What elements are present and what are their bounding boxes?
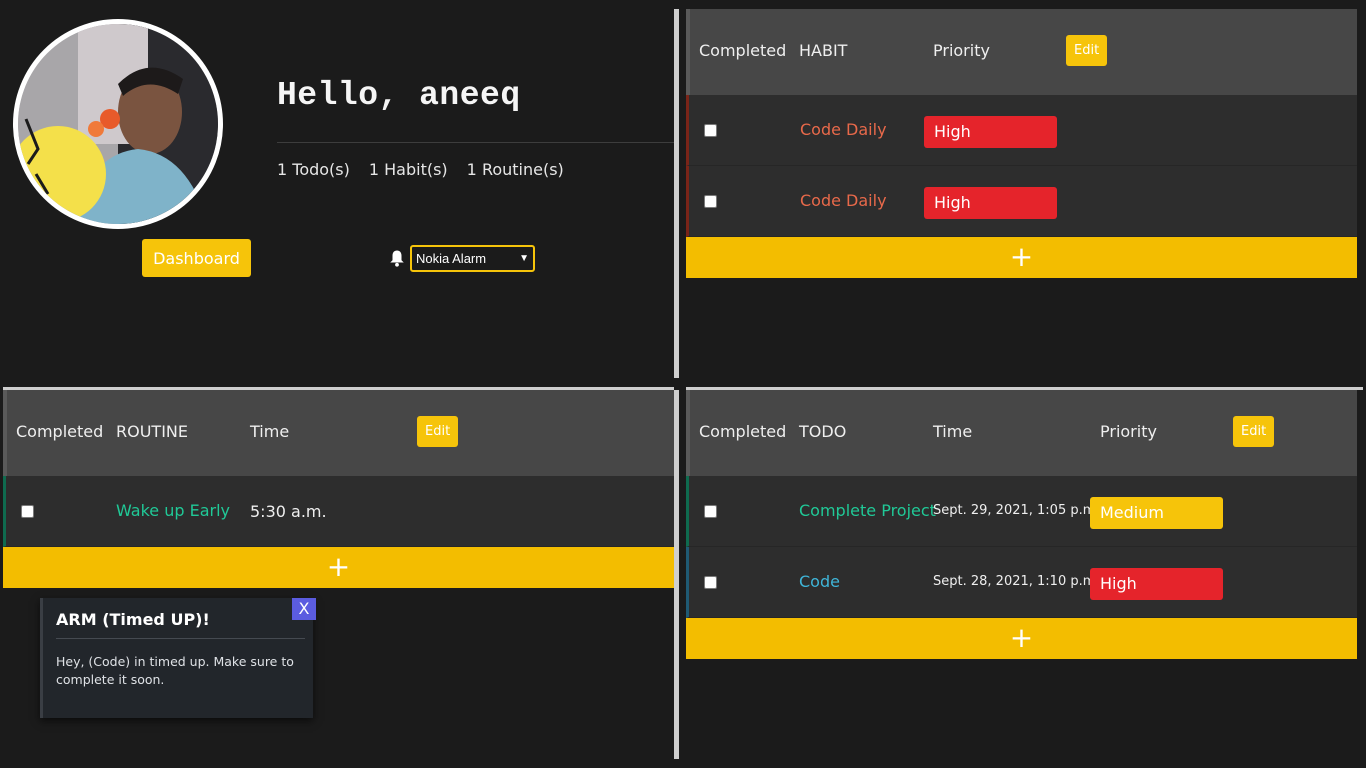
header-completed: Completed xyxy=(699,41,787,60)
completed-checkbox[interactable] xyxy=(704,505,717,518)
todo-name: Code xyxy=(799,572,840,591)
habit-count: 1 Habit(s) xyxy=(368,160,448,179)
completed-checkbox[interactable] xyxy=(704,195,717,208)
priority-badge: High xyxy=(1090,568,1223,600)
header-routine: ROUTINE xyxy=(116,422,188,441)
todo-name: Complete Project xyxy=(799,501,936,520)
add-habit-button[interactable]: + xyxy=(686,237,1357,278)
notification-title: ARM (Timed UP)! xyxy=(56,610,210,629)
table-row: Code Daily High xyxy=(686,95,1357,166)
vertical-divider-top xyxy=(674,9,679,378)
add-routine-button[interactable]: + xyxy=(3,547,674,588)
notification-message: Hey, (Code) in timed up. Make sure to co… xyxy=(56,654,294,687)
dashboard-button[interactable]: Dashboard xyxy=(142,239,251,277)
bell-icon xyxy=(390,250,404,267)
greeting-divider xyxy=(277,142,674,143)
todo-time: Sept. 29, 2021, 1:05 p.m. xyxy=(933,503,1100,518)
header-time: Time xyxy=(933,422,973,441)
header-priority: Priority xyxy=(1100,422,1157,441)
avatar xyxy=(13,19,223,229)
header-completed: Completed xyxy=(16,422,104,441)
greeting-heading: Hello, aneeq xyxy=(277,77,521,114)
add-todo-button[interactable]: + xyxy=(686,618,1357,659)
table-row: Wake up Early 5:30 a.m. xyxy=(3,476,674,547)
table-row: Complete Project Sept. 29, 2021, 1:05 p.… xyxy=(686,476,1357,547)
routine-edit-button[interactable]: Edit xyxy=(417,416,459,447)
routine-count: 1 Routine(s) xyxy=(466,160,564,179)
header-time: Time xyxy=(250,422,290,441)
header-habit: HABIT xyxy=(799,41,848,60)
routine-name: Wake up Early xyxy=(116,501,231,520)
routine-panel: Completed ROUTINE Time Edit Wake up Earl… xyxy=(3,390,674,588)
habit-table-header: Completed HABIT Priority Edit xyxy=(686,9,1357,95)
todo-count: 1 Todo(s) xyxy=(277,160,350,179)
todo-edit-button[interactable]: Edit xyxy=(1233,416,1275,447)
priority-badge: Medium xyxy=(1090,497,1223,529)
habit-panel: Completed HABIT Priority Edit Code Daily… xyxy=(686,9,1357,278)
routine-table-header: Completed ROUTINE Time Edit xyxy=(3,390,674,476)
alarm-notification: ARM (Timed UP)! Hey, (Code) in timed up.… xyxy=(40,598,316,718)
header-priority: Priority xyxy=(933,41,990,60)
stats-counts: 1 Todo(s) 1 Habit(s) 1 Routine(s) xyxy=(277,160,564,179)
vertical-divider-bottom xyxy=(674,390,679,759)
routine-time: 5:30 a.m. xyxy=(250,502,327,521)
header-completed: Completed xyxy=(699,422,787,441)
habit-name: Code Daily xyxy=(800,120,887,139)
completed-checkbox[interactable] xyxy=(21,505,34,518)
completed-checkbox[interactable] xyxy=(704,576,717,589)
todo-panel: Completed TODO Time Priority Edit Comple… xyxy=(686,390,1357,659)
todo-table-header: Completed TODO Time Priority Edit xyxy=(686,390,1357,476)
notification-divider xyxy=(56,638,305,639)
chevron-down-icon: ▼ xyxy=(519,253,529,264)
habit-name: Code Daily xyxy=(800,191,887,210)
alarm-selected-value: Nokia Alarm xyxy=(416,251,487,266)
close-notification-button[interactable]: X xyxy=(292,598,316,620)
priority-badge: High xyxy=(924,187,1057,219)
habit-edit-button[interactable]: Edit xyxy=(1066,35,1108,66)
todo-time: Sept. 28, 2021, 1:10 p.m. xyxy=(933,574,1100,589)
header-todo: TODO xyxy=(799,422,847,441)
table-row: Code Sept. 28, 2021, 1:10 p.m. High xyxy=(686,547,1357,618)
priority-badge: High xyxy=(924,116,1057,148)
table-row: Code Daily High xyxy=(686,166,1357,237)
alarm-sound-select[interactable]: Nokia Alarm ▼ xyxy=(410,245,535,272)
completed-checkbox[interactable] xyxy=(704,124,717,137)
